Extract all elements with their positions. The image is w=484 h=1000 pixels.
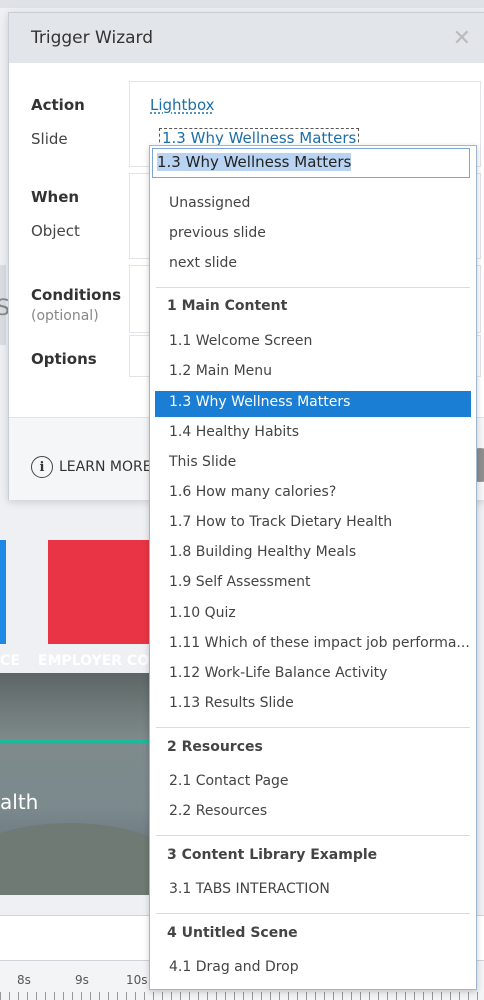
selected-input-text: 1.3 Why Wellness Matters — [157, 153, 352, 171]
learn-more-link[interactable]: i LEARN MORE — [31, 456, 152, 478]
dropdown-item[interactable]: 1.8 Building Healthy Meals — [169, 544, 356, 560]
dropdown-item-unassigned[interactable]: Unassigned — [169, 195, 250, 211]
dropdown-item[interactable]: 1.1 Welcome Screen — [169, 333, 312, 349]
dropdown-separator — [156, 727, 470, 728]
dialog-title: Trigger Wizard — [31, 28, 154, 48]
action-label: Action — [31, 96, 85, 114]
when-label: When — [31, 188, 80, 206]
dropdown-item[interactable]: 1.10 Quiz — [169, 605, 236, 621]
slide-search-input[interactable]: 1.3 Why Wellness Matters — [152, 148, 470, 178]
canvas-label-health: alth — [0, 790, 39, 814]
photo-shape — [0, 823, 150, 895]
close-icon[interactable]: ✕ — [453, 26, 471, 51]
dropdown-group-content-library: 3 Content Library Example — [167, 847, 378, 863]
dropdown-item-this-slide[interactable]: This Slide — [169, 454, 236, 470]
object-label: Object — [31, 222, 80, 240]
teal-divider — [0, 740, 150, 744]
dropdown-item-next-slide[interactable]: next slide — [169, 255, 237, 271]
dropdown-item[interactable]: 1.6 How many calories? — [169, 484, 336, 500]
canvas-photo — [0, 673, 150, 895]
dropdown-item[interactable]: 1.12 Work-Life Balance Activity — [169, 665, 387, 681]
dropdown-separator — [156, 913, 470, 914]
slide-dropdown[interactable]: 1.3 Why Wellness Matters Unassigned prev… — [149, 145, 477, 990]
slide-canvas[interactable]: CE EMPLOYER COS alth — [0, 505, 150, 895]
dropdown-item[interactable]: 1.7 How to Track Dietary Health — [169, 514, 392, 530]
dropdown-item[interactable]: 1.9 Self Assessment — [169, 574, 310, 590]
dropdown-item[interactable]: 1.13 Results Slide — [169, 695, 294, 711]
dropdown-item[interactable]: 1.2 Main Menu — [169, 363, 272, 379]
info-icon: i — [31, 456, 53, 478]
canvas-label-ce: CE — [0, 653, 21, 669]
conditions-hint: (optional) — [31, 308, 99, 324]
slide-label: Slide — [31, 130, 68, 148]
canvas-label-employer: EMPLOYER COS — [38, 653, 150, 669]
dropdown-item[interactable]: 4.1 Drag and Drop — [169, 959, 299, 975]
dropdown-group-untitled-scene: 4 Untitled Scene — [167, 925, 298, 941]
dropdown-item-selected-label: 1.3 Why Wellness Matters — [169, 394, 351, 410]
timeline-tick: 10s — [126, 973, 148, 987]
dropdown-item[interactable]: 2.1 Contact Page — [169, 773, 289, 789]
conditions-label: Conditions — [31, 286, 122, 304]
dropdown-item[interactable]: 2.2 Resources — [169, 803, 267, 819]
timeline-tick: 8s — [17, 973, 31, 987]
action-value-link[interactable]: Lightbox — [150, 96, 215, 114]
dropdown-separator — [156, 287, 470, 288]
blue-tile — [0, 540, 6, 644]
options-label: Options — [31, 350, 97, 368]
dropdown-item[interactable]: 3.1 TABS INTERACTION — [169, 881, 330, 897]
dropdown-item-previous-slide[interactable]: previous slide — [169, 225, 266, 241]
dropdown-item[interactable]: 1.4 Healthy Habits — [169, 424, 299, 440]
timeline-tick: 9s — [75, 973, 89, 987]
dialog-header: Trigger Wizard ✕ — [9, 13, 484, 63]
dropdown-group-main-content: 1 Main Content — [167, 298, 288, 314]
top-strip — [0, 0, 484, 8]
dropdown-item[interactable]: 1.11 Which of these impact job performa.… — [169, 635, 470, 651]
red-tile — [48, 540, 150, 644]
learn-more-label: LEARN MORE — [59, 459, 152, 475]
dropdown-separator — [156, 835, 470, 836]
dropdown-group-resources: 2 Resources — [167, 739, 263, 755]
